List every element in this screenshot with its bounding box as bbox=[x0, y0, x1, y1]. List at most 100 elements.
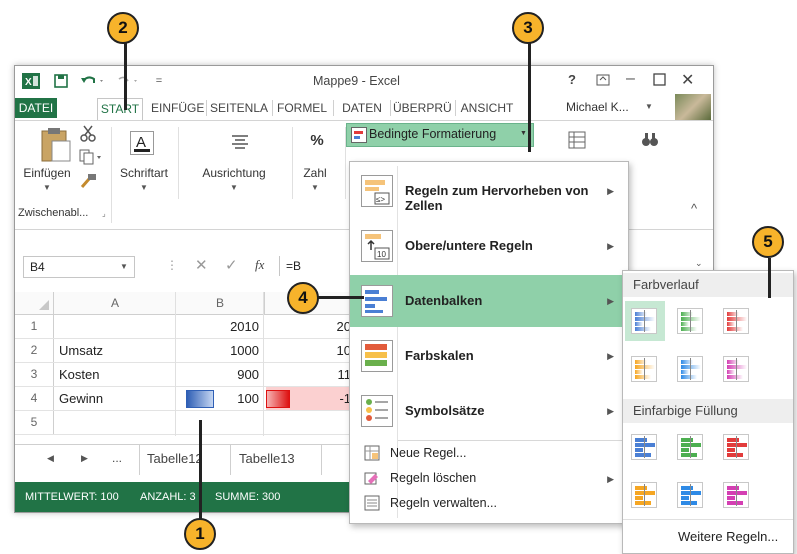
cell-c1[interactable]: 20 bbox=[313, 315, 351, 338]
tab-ueberpruefen[interactable]: ÜBERPRÜ bbox=[393, 98, 452, 118]
confirm-entry-icon[interactable]: ✓ bbox=[225, 256, 238, 274]
menu-item-data-bars[interactable]: Datenbalken ▶ bbox=[350, 275, 628, 327]
cell-b2[interactable]: 1000 bbox=[175, 339, 259, 362]
cell-c2[interactable]: 10 bbox=[313, 339, 351, 362]
menu-item-clear-rules[interactable]: Regeln löschen ▶ bbox=[350, 466, 628, 491]
font-dropdown-icon[interactable]: ▼ bbox=[138, 183, 150, 192]
more-rules-link[interactable]: Weitere Regeln... bbox=[678, 529, 778, 544]
user-dropdown-icon[interactable]: ▼ bbox=[645, 102, 653, 111]
qat-customize-icon[interactable]: = bbox=[151, 72, 167, 90]
tab-einfuegen[interactable]: EINFÜGE bbox=[151, 98, 204, 118]
row-header[interactable]: 5 bbox=[15, 411, 54, 434]
row-header[interactable]: 4 bbox=[15, 387, 54, 410]
gradient-data-bar-option[interactable] bbox=[723, 308, 749, 334]
ribbon-display-icon[interactable] bbox=[595, 72, 611, 91]
tab-formeln[interactable]: FORMEL bbox=[275, 98, 329, 118]
gradient-data-bar-option[interactable] bbox=[677, 356, 703, 382]
menu-item-highlight-rules[interactable]: ≤> Regeln zum Hervorheben von Zellen ▶ bbox=[350, 165, 628, 217]
gradient-data-bar-option[interactable] bbox=[677, 308, 703, 334]
paste-button-label[interactable]: Einfügen bbox=[17, 166, 77, 180]
row-header[interactable]: 1 bbox=[15, 315, 54, 338]
cell-b1[interactable]: 2010 bbox=[175, 315, 259, 338]
menu-item-color-scales[interactable]: Farbskalen ▶ bbox=[350, 330, 628, 382]
number-dropdown-icon[interactable]: ▼ bbox=[309, 183, 321, 192]
table-row: 3 Kosten 900 11 bbox=[15, 363, 375, 387]
gradient-data-bar-option[interactable] bbox=[631, 308, 657, 334]
undo-icon[interactable] bbox=[79, 72, 107, 90]
tab-seitenlayout[interactable]: SEITENLA bbox=[209, 98, 269, 118]
menu-item-label: Regeln löschen bbox=[390, 471, 477, 485]
solid-data-bar-option[interactable] bbox=[631, 434, 657, 460]
solid-data-bar-option[interactable] bbox=[631, 482, 657, 508]
sheet-tab-tabelle12[interactable]: Tabelle12 bbox=[147, 451, 203, 466]
tab-start[interactable]: START bbox=[97, 98, 143, 121]
name-box[interactable]: B4 ▼ bbox=[23, 256, 135, 278]
svg-text:10: 10 bbox=[377, 250, 386, 259]
help-button[interactable]: ? bbox=[568, 72, 576, 87]
cells-icon[interactable] bbox=[568, 131, 586, 152]
minimize-icon[interactable]: – bbox=[626, 70, 635, 88]
cancel-entry-icon[interactable]: ✕ bbox=[195, 256, 208, 274]
submenu-arrow-icon: ▶ bbox=[607, 406, 614, 416]
close-icon[interactable]: ✕ bbox=[681, 70, 694, 90]
font-group-label[interactable]: Schriftart bbox=[112, 166, 176, 180]
user-name[interactable]: Michael K... bbox=[566, 100, 629, 114]
more-sheets-button[interactable]: ... bbox=[112, 451, 122, 465]
avatar[interactable] bbox=[675, 94, 711, 120]
row-header[interactable]: 2 bbox=[15, 339, 54, 362]
cell-c3[interactable]: 11 bbox=[313, 363, 352, 386]
solid-data-bar-option[interactable] bbox=[723, 434, 749, 460]
number-group-label[interactable]: Zahl bbox=[295, 166, 335, 180]
menu-item-icon-sets[interactable]: Symbolsätze ▶ bbox=[350, 385, 628, 437]
cell-a4[interactable]: Gewinn bbox=[59, 387, 103, 410]
copy-icon[interactable] bbox=[79, 149, 105, 168]
function-icon[interactable]: fx bbox=[255, 257, 264, 273]
cell-a3[interactable]: Kosten bbox=[59, 363, 99, 386]
conditional-formatting-button[interactable]: Bedingte Formatierung ▼ bbox=[346, 123, 534, 147]
next-sheet-icon[interactable]: ▶ bbox=[81, 453, 88, 464]
gradient-data-bar-option[interactable] bbox=[723, 356, 749, 382]
gradient-data-bar-option[interactable] bbox=[631, 356, 657, 382]
conditional-formatting-menu: ≤> Regeln zum Hervorheben von Zellen ▶ 1… bbox=[349, 161, 629, 524]
name-box-dropdown-icon[interactable]: ▼ bbox=[120, 262, 128, 271]
row-header[interactable]: 3 bbox=[15, 363, 54, 386]
icon-sets-icon bbox=[361, 395, 393, 427]
menu-item-top-bottom-rules[interactable]: 10 Obere/untere Regeln ▶ bbox=[350, 220, 628, 272]
percent-icon[interactable]: % bbox=[305, 132, 329, 149]
prev-sheet-icon[interactable]: ◀ bbox=[47, 453, 54, 464]
collapse-ribbon-icon[interactable]: ^ bbox=[691, 201, 697, 216]
save-icon[interactable] bbox=[51, 72, 71, 90]
column-header-a[interactable]: A bbox=[53, 292, 176, 314]
tab-daten[interactable]: DATEN bbox=[337, 98, 387, 118]
sheet-tab-tabelle13[interactable]: Tabelle13 bbox=[239, 451, 295, 466]
highlight-rules-icon: ≤> bbox=[361, 175, 393, 207]
paste-dropdown-icon[interactable]: ▼ bbox=[41, 183, 53, 192]
cell-c4[interactable]: -1 bbox=[313, 387, 351, 410]
find-icon[interactable] bbox=[641, 131, 659, 152]
tab-ansicht[interactable]: ANSICHT bbox=[458, 98, 516, 118]
dialog-launcher-icon[interactable]: ⌟ bbox=[102, 209, 106, 218]
menu-item-manage-rules[interactable]: Regeln verwalten... bbox=[350, 491, 628, 516]
alignment-dropdown-icon[interactable]: ▼ bbox=[228, 183, 240, 192]
maximize-icon[interactable] bbox=[653, 73, 666, 89]
cell-b4[interactable]: 100 bbox=[175, 387, 259, 410]
cell-b3[interactable]: 900 bbox=[175, 363, 259, 386]
select-all-icon[interactable] bbox=[39, 300, 49, 310]
cell-a2[interactable]: Umsatz bbox=[59, 339, 103, 362]
expand-formula-icon[interactable]: ⌄ bbox=[695, 258, 703, 269]
solid-data-bar-option[interactable] bbox=[677, 434, 703, 460]
solid-data-bar-option[interactable] bbox=[723, 482, 749, 508]
cut-icon[interactable] bbox=[79, 125, 97, 146]
menu-item-new-rule[interactable]: Neue Regel... bbox=[350, 441, 628, 466]
paste-icon[interactable] bbox=[40, 127, 72, 166]
alignment-icon[interactable] bbox=[231, 133, 249, 154]
tab-datei[interactable]: DATEI bbox=[15, 98, 57, 118]
tab-separator bbox=[139, 445, 140, 475]
font-icon[interactable]: A bbox=[130, 131, 154, 158]
redo-icon[interactable] bbox=[115, 72, 143, 90]
tab-separator bbox=[272, 100, 273, 116]
format-painter-icon[interactable] bbox=[79, 173, 97, 192]
solid-data-bar-option[interactable] bbox=[677, 482, 703, 508]
alignment-group-label[interactable]: Ausrichtung bbox=[178, 166, 290, 180]
column-header-b[interactable]: B bbox=[175, 292, 265, 314]
